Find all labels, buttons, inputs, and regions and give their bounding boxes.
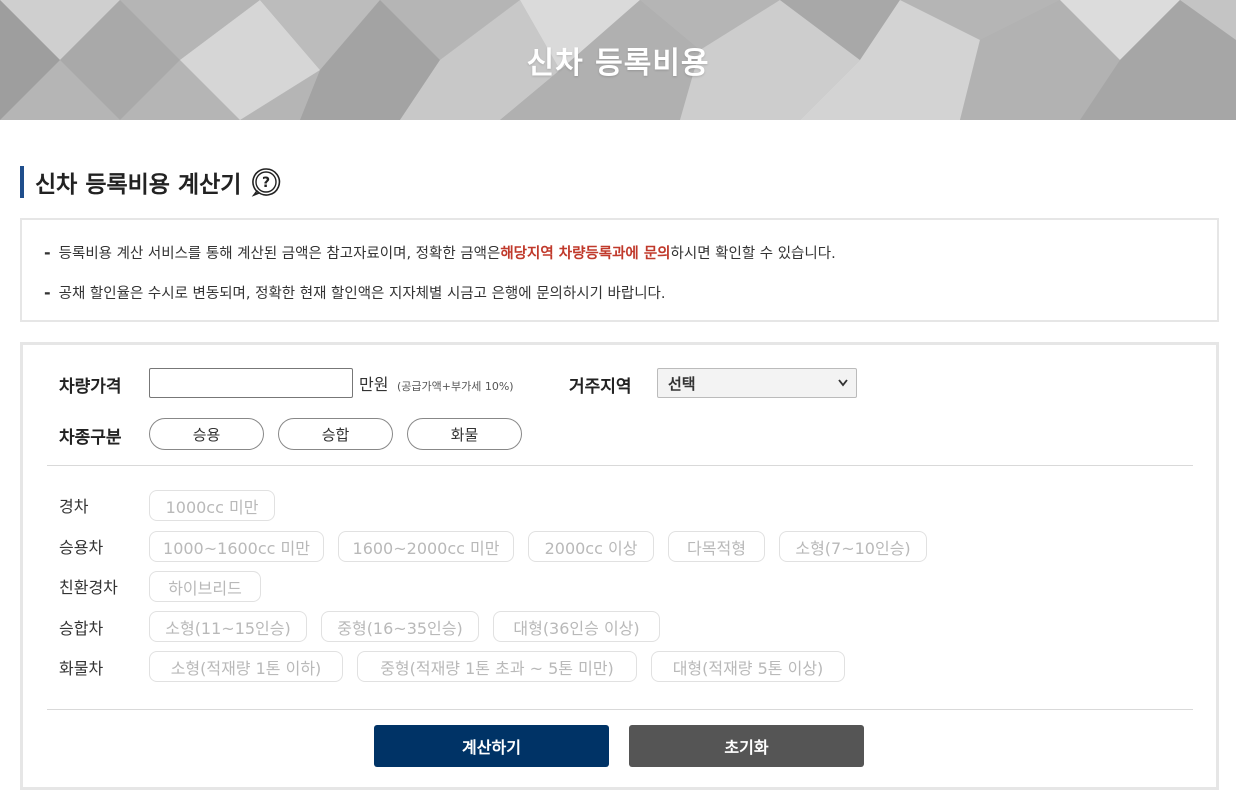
option-passenger-2000-plus[interactable]: 2000cc 이상 <box>528 531 654 562</box>
svg-text:?: ? <box>262 175 270 191</box>
price-unit: 만원 <box>359 375 389 394</box>
divider-top <box>47 465 1193 466</box>
type-button-passenger[interactable]: 승용 <box>149 418 264 450</box>
category-label-van: 승합차 <box>59 619 104 638</box>
vehicle-type-label: 차종구분 <box>59 428 122 448</box>
reset-button[interactable]: 초기화 <box>629 725 864 767</box>
option-truck-large[interactable]: 대형(적재량 5톤 이상) <box>651 651 845 682</box>
price-note: (공급가액+부가세 10%) <box>397 380 514 393</box>
page-banner: 신차 등록비용 <box>0 0 1236 120</box>
price-input[interactable] <box>149 368 353 398</box>
category-label-light: 경차 <box>59 497 89 516</box>
category-label-truck: 화물차 <box>59 659 104 678</box>
notice-line-1-post: 하시면 확인할 수 있습니다. <box>670 246 836 262</box>
category-label-eco: 친환경차 <box>59 578 118 597</box>
divider-bottom <box>47 709 1193 710</box>
type-button-van[interactable]: 승합 <box>278 418 393 450</box>
heading-accent-bar <box>20 166 24 198</box>
option-eco-hybrid[interactable]: 하이브리드 <box>149 571 261 602</box>
option-van-large[interactable]: 대형(36인승 이상) <box>493 611 660 642</box>
notice-line-1-emphasis: 해당지역 차량등록과에 문의 <box>500 246 671 262</box>
notice-box: - 등록비용 계산 서비스를 통해 계산된 금액은 참고자료이며, 정확한 금액… <box>20 218 1219 322</box>
option-light-1000cc[interactable]: 1000cc 미만 <box>149 490 275 521</box>
option-passenger-1600-2000[interactable]: 1600~2000cc 미만 <box>338 531 514 562</box>
option-truck-medium[interactable]: 중형(적재량 1톤 초과 ~ 5톤 미만) <box>357 651 637 682</box>
section-heading: 신차 등록비용 계산기 ? <box>20 165 281 199</box>
option-truck-small[interactable]: 소형(적재량 1톤 이하) <box>149 651 343 682</box>
type-button-truck[interactable]: 화물 <box>407 418 522 450</box>
banner-title: 신차 등록비용 <box>526 46 710 81</box>
category-label-passenger: 승용차 <box>59 538 104 557</box>
option-van-small[interactable]: 소형(11~15인승) <box>149 611 307 642</box>
calculator-panel: 차량가격 만원 (공급가액+부가세 10%) 거주지역 선택 차종구분 승용 승… <box>20 342 1219 790</box>
notice-line-2: - 공채 할인율은 수시로 변동되며, 정확한 현재 할인액은 지자체별 시금고… <box>44 282 666 303</box>
region-label: 거주지역 <box>569 377 632 397</box>
option-passenger-small-7-10[interactable]: 소형(7~10인승) <box>779 531 927 562</box>
notice-line-2-text: 공채 할인율은 수시로 변동되며, 정확한 현재 할인액은 지자체별 시금고 은… <box>58 286 666 302</box>
region-selected-value: 선택 <box>668 374 696 393</box>
region-select[interactable]: 선택 <box>657 368 857 398</box>
option-van-medium[interactable]: 중형(16~35인승) <box>321 611 479 642</box>
notice-line-1-pre: 등록비용 계산 서비스를 통해 계산된 금액은 참고자료이며, 정확한 금액은 <box>58 246 501 262</box>
calculate-button[interactable]: 계산하기 <box>374 725 609 767</box>
section-title: 신차 등록비용 계산기 <box>35 172 242 198</box>
bullet-dash: - <box>44 283 51 302</box>
option-passenger-multipurpose[interactable]: 다목적형 <box>668 531 765 562</box>
notice-line-1: - 등록비용 계산 서비스를 통해 계산된 금액은 참고자료이며, 정확한 금액… <box>44 242 836 263</box>
bullet-dash: - <box>44 243 51 262</box>
chevron-down-icon <box>838 379 848 387</box>
option-passenger-1000-1600[interactable]: 1000~1600cc 미만 <box>149 531 324 562</box>
price-label: 차량가격 <box>59 377 122 397</box>
help-question-icon[interactable]: ? <box>251 167 281 197</box>
